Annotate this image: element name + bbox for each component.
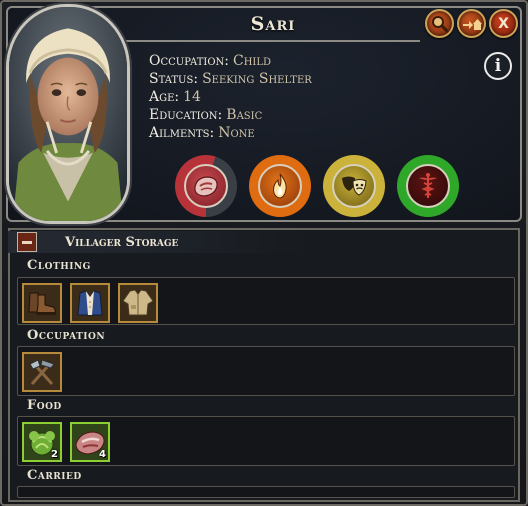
carried-section-label: Carried [27, 468, 82, 483]
age-row: Age: 14 [149, 88, 312, 106]
age-value: 14 [183, 89, 201, 105]
occupation-item-slot[interactable] [22, 352, 62, 392]
boots-icon [24, 285, 60, 321]
item-count: 2 [51, 449, 58, 460]
coat-icon [120, 285, 156, 321]
ailments-label: Ailments: [149, 125, 215, 141]
clothing-item-slot[interactable] [70, 283, 110, 323]
zoom-to-villager-button[interactable] [425, 9, 454, 38]
ailments-value: None [218, 125, 255, 141]
clothing-item-slot[interactable] [22, 283, 62, 323]
vest-icon [72, 285, 108, 321]
status-label: Status: [149, 71, 199, 87]
food-need-meter[interactable] [175, 155, 237, 217]
carried-slot-row [17, 486, 515, 498]
status-row: Status: Seeking Shelter [149, 70, 312, 88]
item-count: 4 [99, 449, 106, 460]
hammer-axe-tools-icon [24, 354, 60, 390]
villager-storage-header: Villager Storage [8, 231, 308, 253]
theater-masks-icon [342, 176, 367, 196]
collapse-storage-button[interactable] [17, 232, 37, 252]
food-item-slot[interactable]: 2 [22, 422, 62, 462]
info-icon: i [494, 56, 502, 76]
flame-icon [272, 173, 287, 199]
clothing-slot-row [17, 277, 515, 325]
education-label: Education: [149, 107, 223, 123]
food-slot-row: 2 4 [17, 416, 515, 466]
occupation-section-label: Occupation [27, 328, 106, 343]
close-icon: X [498, 15, 509, 32]
clothing-item-slot[interactable] [118, 283, 158, 323]
food-item-slot[interactable]: 4 [70, 422, 110, 462]
warmth-need-meter[interactable] [249, 155, 311, 217]
go-home-button[interactable] [457, 9, 486, 38]
go-home-icon [462, 18, 482, 30]
occupation-value: Child [232, 53, 272, 69]
occupation-row: Occupation: Child [149, 52, 312, 70]
close-button[interactable]: X [489, 9, 518, 38]
villager-name-banner: Sari [126, 8, 420, 42]
age-label: Age: [149, 89, 180, 105]
status-value: Seeking Shelter [202, 71, 312, 87]
clothing-section-label: Clothing [27, 258, 91, 273]
magnifier-icon [431, 15, 448, 32]
villager-name: Sari [250, 13, 296, 35]
occupation-label: Occupation: [149, 53, 229, 69]
health-need-meter[interactable] [397, 155, 459, 217]
caduceus-icon [419, 173, 437, 198]
education-row: Education: Basic [149, 106, 312, 124]
villager-portrait [6, 4, 130, 224]
education-value: Basic [226, 107, 263, 123]
ailments-row: Ailments: None [149, 124, 312, 142]
meat-icon [194, 176, 218, 197]
occupation-slot-row [17, 346, 515, 396]
happiness-need-meter[interactable] [323, 155, 385, 217]
food-section-label: Food [27, 398, 62, 413]
storage-title: Villager Storage [65, 234, 179, 250]
villager-stats: Occupation: Child Status: Seeking Shelter … [149, 52, 312, 142]
info-button[interactable]: i [484, 52, 512, 80]
minus-icon [22, 240, 32, 244]
